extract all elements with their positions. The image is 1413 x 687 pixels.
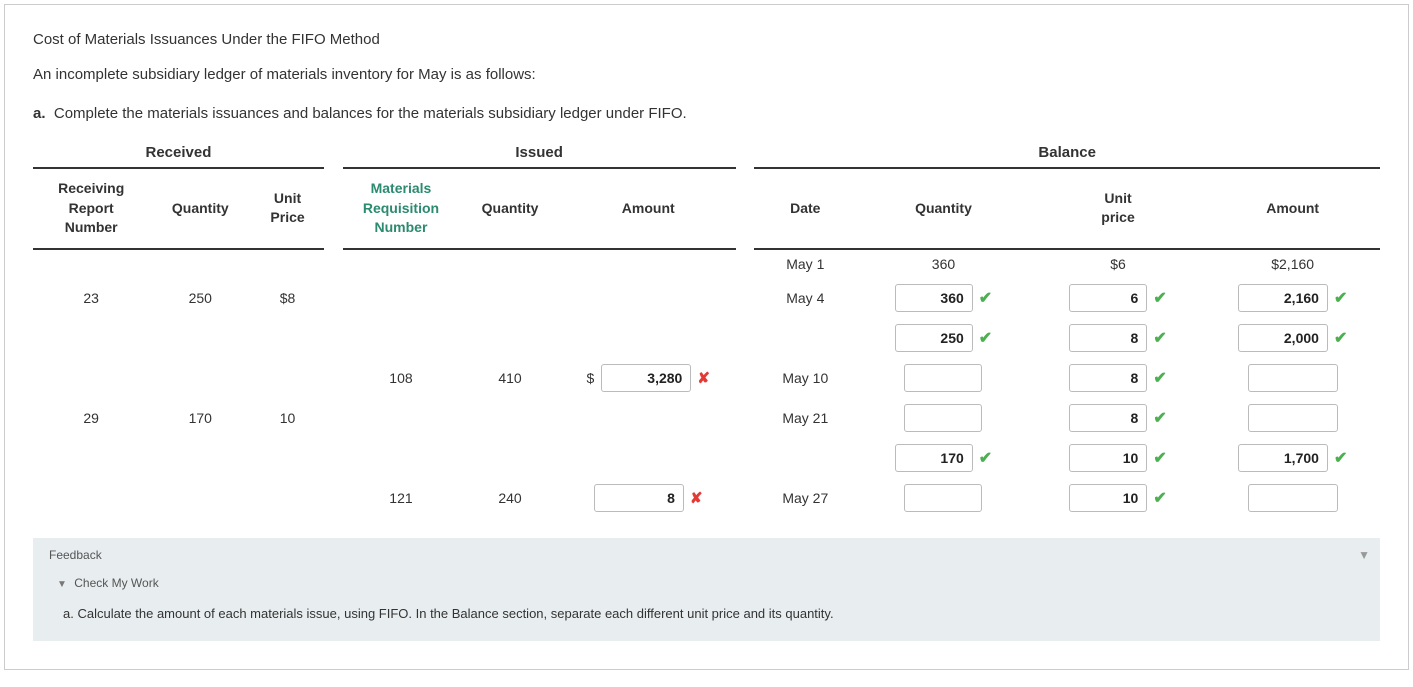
- bal-qty-input[interactable]: [904, 404, 982, 432]
- recv-no: 29: [33, 398, 149, 438]
- dollar-prefix: $: [587, 370, 595, 386]
- cross-icon: ✘: [690, 489, 703, 507]
- section-header-received: Received: [33, 138, 324, 168]
- bal-amount-input[interactable]: [1238, 444, 1328, 472]
- date-cell: May 10: [754, 358, 856, 398]
- bal-qty-input[interactable]: [904, 484, 982, 512]
- iss-qty: 240: [459, 478, 561, 518]
- recv-price: $8: [251, 278, 324, 318]
- ledger-table: Received Issued Balance ReceivingReportN…: [33, 138, 1380, 518]
- check-icon: ✔: [1153, 488, 1166, 508]
- recv-qty: 250: [149, 278, 251, 318]
- recv-qty: 170: [149, 398, 251, 438]
- table-row: May 1 360 $6 $2,160: [33, 249, 1380, 278]
- col-bal-unit-price: Unitprice: [1031, 168, 1206, 249]
- iss-amount-input[interactable]: [601, 364, 691, 392]
- check-icon: ✔: [1153, 368, 1166, 388]
- check-icon: ✔: [1153, 408, 1166, 428]
- col-recv-unit-price: UnitPrice: [251, 168, 324, 249]
- bal-qty-input[interactable]: [895, 324, 973, 352]
- feedback-header[interactable]: Feedback ▼: [33, 538, 1380, 572]
- col-iss-qty: Quantity: [459, 168, 561, 249]
- bal-unit-price-input[interactable]: [1069, 324, 1147, 352]
- bal-amount-input[interactable]: [1238, 324, 1328, 352]
- feedback-label: Feedback: [49, 548, 102, 562]
- cross-icon: ✘: [697, 369, 710, 387]
- bal-qty-input[interactable]: [904, 364, 982, 392]
- check-icon: ✔: [1153, 328, 1166, 348]
- recv-no: 23: [33, 278, 149, 318]
- bal-unit-price-input[interactable]: [1069, 284, 1147, 312]
- page-title: Cost of Materials Issuances Under the FI…: [33, 31, 1380, 48]
- bal-qty-input[interactable]: [895, 284, 973, 312]
- req-no: 121: [343, 478, 459, 518]
- table-row: 108 410 $ ✘ May 10 ✔: [33, 358, 1380, 398]
- check-icon: ✔: [979, 328, 992, 348]
- instruction-text: Complete the materials issuances and bal…: [54, 105, 687, 122]
- check-icon: ✔: [979, 448, 992, 468]
- col-date: Date: [754, 168, 856, 249]
- instruction-line: a. Complete the materials issuances and …: [33, 105, 1380, 122]
- table-row: ✔ ✔ ✔: [33, 318, 1380, 358]
- iss-qty: 410: [459, 358, 561, 398]
- section-header-balance: Balance: [754, 138, 1380, 168]
- check-icon: ✔: [1153, 448, 1166, 468]
- bal-unit-price-input[interactable]: [1069, 444, 1147, 472]
- recv-price: 10: [251, 398, 324, 438]
- page-subtitle: An incomplete subsidiary ledger of mater…: [33, 66, 1380, 83]
- col-receiving-report-number: ReceivingReportNumber: [33, 168, 149, 249]
- check-icon: ✔: [1153, 288, 1166, 308]
- table-row: 29 170 10 May 21 ✔: [33, 398, 1380, 438]
- col-bal-qty: Quantity: [856, 168, 1031, 249]
- bal-amount-input[interactable]: [1248, 484, 1338, 512]
- instruction-prefix: a.: [33, 105, 46, 122]
- check-my-work-label: Check My Work: [74, 576, 158, 590]
- date-cell: May 1: [754, 249, 856, 278]
- check-icon: ✔: [1334, 448, 1347, 468]
- col-materials-req-number[interactable]: MaterialsRequisitionNumber: [343, 168, 459, 249]
- iss-amount-input[interactable]: [594, 484, 684, 512]
- chevron-down-icon: ▼: [1358, 548, 1370, 562]
- bal-unit-price-input[interactable]: [1069, 484, 1147, 512]
- bal-qty-input[interactable]: [895, 444, 973, 472]
- date-cell: May 4: [754, 278, 856, 318]
- date-cell: May 27: [754, 478, 856, 518]
- table-row: 23 250 $8 May 4 ✔ ✔ ✔: [33, 278, 1380, 318]
- feedback-panel: Feedback ▼ ▼ Check My Work a. Calculate …: [33, 538, 1380, 642]
- check-icon: ✔: [1334, 328, 1347, 348]
- bal-unit-price-cell: $6: [1031, 249, 1206, 278]
- col-bal-amount: Amount: [1205, 168, 1380, 249]
- section-header-issued: Issued: [343, 138, 736, 168]
- arrow-icon: ▼: [57, 579, 67, 590]
- bal-unit-price-input[interactable]: [1069, 404, 1147, 432]
- bal-qty-cell: 360: [856, 249, 1031, 278]
- bal-amount-input[interactable]: [1248, 364, 1338, 392]
- table-row: 121 240 ✘ May 27 ✔: [33, 478, 1380, 518]
- date-cell: May 21: [754, 398, 856, 438]
- bal-unit-price-input[interactable]: [1069, 364, 1147, 392]
- bal-amount-cell: $2,160: [1205, 249, 1380, 278]
- check-icon: ✔: [979, 288, 992, 308]
- check-icon: ✔: [1334, 288, 1347, 308]
- col-iss-amount: Amount: [561, 168, 736, 249]
- check-my-work-toggle[interactable]: ▼ Check My Work: [33, 572, 1380, 598]
- req-no: 108: [343, 358, 459, 398]
- bal-amount-input[interactable]: [1238, 284, 1328, 312]
- table-row: ✔ ✔ ✔: [33, 438, 1380, 478]
- bal-amount-input[interactable]: [1248, 404, 1338, 432]
- col-recv-qty: Quantity: [149, 168, 251, 249]
- feedback-body: a. Calculate the amount of each material…: [33, 598, 1380, 642]
